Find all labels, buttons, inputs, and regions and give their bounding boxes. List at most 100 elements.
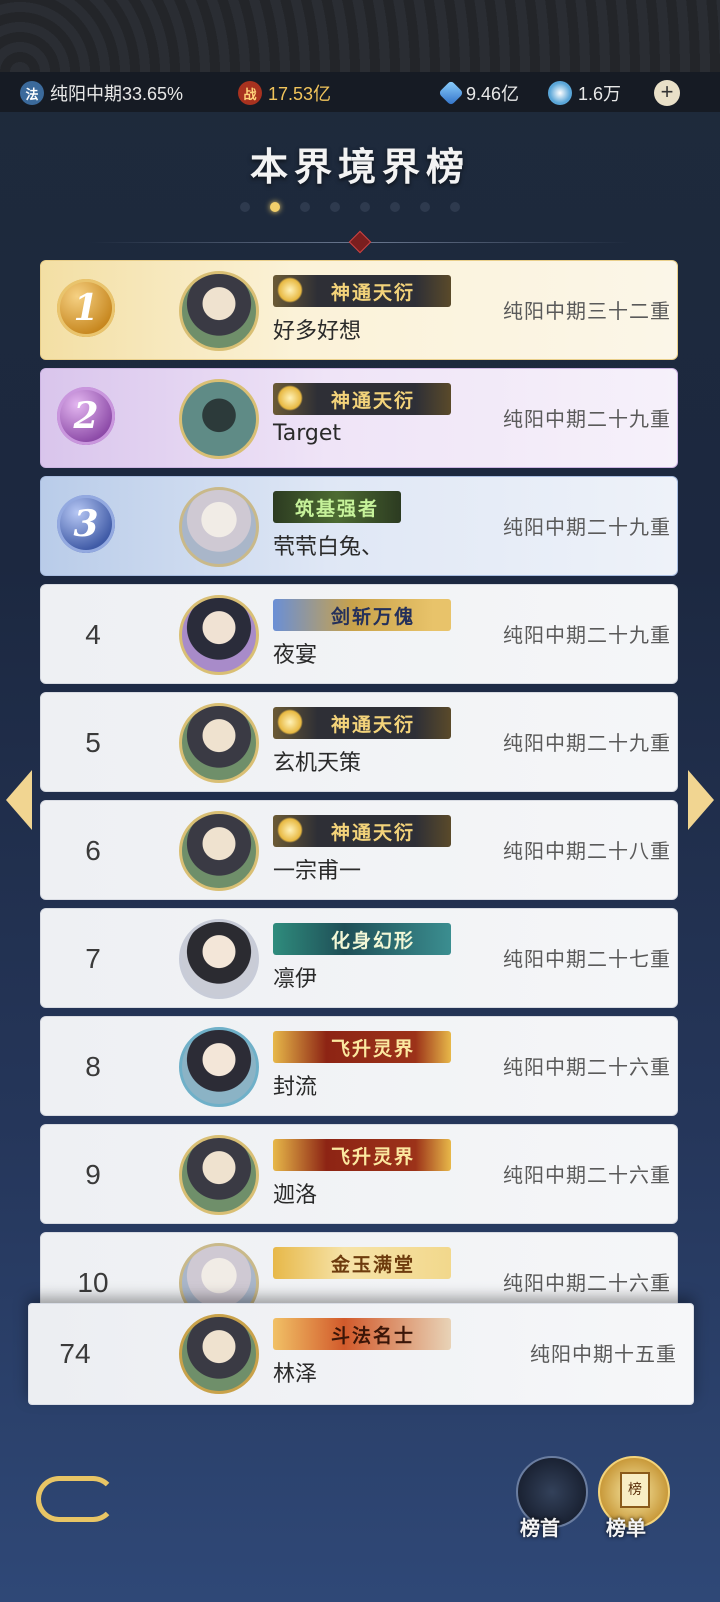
avatar[interactable] bbox=[179, 379, 259, 459]
cloud-back-button[interactable] bbox=[36, 1476, 116, 1522]
realm-level: 纯阳中期二十九重 bbox=[503, 623, 671, 647]
currency-resource[interactable]: 1.6万 bbox=[548, 80, 621, 106]
player-name: 一宗甫一 bbox=[273, 859, 362, 884]
player-name: Target bbox=[273, 421, 342, 446]
honor-title-text: 飞升灵界 bbox=[330, 1037, 415, 1060]
realm-level: 纯阳中期二十八重 bbox=[503, 839, 671, 863]
realm-level: 纯阳中期三十二重 bbox=[503, 299, 671, 323]
honor-title-badge: 神通天衍 bbox=[273, 275, 451, 307]
page-dot[interactable] bbox=[240, 202, 250, 212]
player-name: 迦洛 bbox=[273, 1183, 318, 1208]
page-dot[interactable] bbox=[420, 202, 430, 212]
avatar[interactable] bbox=[179, 271, 259, 351]
realm-level: 纯阳中期二十六重 bbox=[503, 1055, 671, 1079]
honor-title-text: 剑斩万傀 bbox=[330, 605, 415, 628]
rank-number: 9 bbox=[85, 1159, 101, 1190]
my-honor-title-badge: 斗法名士 bbox=[273, 1318, 451, 1350]
my-rank-number: 74 bbox=[59, 1338, 91, 1369]
cultivation-value: 纯阳中期33.65% bbox=[50, 84, 184, 104]
ranking-row[interactable]: 7 化身幻形 凛伊 纯阳中期二十七重 bbox=[40, 908, 678, 1008]
rank-number: 6 bbox=[85, 835, 101, 866]
combat-power-value: 17.53亿 bbox=[268, 84, 332, 104]
currency-value: 1.6万 bbox=[578, 84, 622, 104]
avatar[interactable] bbox=[179, 703, 259, 783]
avatar[interactable] bbox=[179, 487, 259, 567]
resource-bar: 法 纯阳中期33.65% 战 17.53亿 9.46亿 1.6万 bbox=[0, 72, 720, 112]
my-player-name: 林泽 bbox=[273, 1362, 318, 1387]
spirit-stone-icon bbox=[438, 80, 464, 106]
page-dot[interactable] bbox=[450, 202, 460, 212]
honor-title-text: 飞升灵界 bbox=[330, 1145, 415, 1168]
player-name: 好多好想 bbox=[273, 319, 362, 344]
sun-emblem-icon bbox=[277, 817, 303, 843]
avatar[interactable] bbox=[179, 919, 259, 999]
player-name: 夜宴 bbox=[273, 643, 318, 668]
ranking-row[interactable]: 6 神通天衍 一宗甫一 纯阳中期二十八重 bbox=[40, 800, 678, 900]
prev-page-arrow-icon[interactable] bbox=[6, 770, 32, 830]
page-title: 本界境界榜 bbox=[249, 144, 470, 189]
rank-number: 5 bbox=[85, 727, 101, 758]
player-name: 封流 bbox=[273, 1075, 318, 1100]
ranking-row[interactable]: 4 剑斩万傀 夜宴 纯阳中期二十九重 bbox=[40, 584, 678, 684]
ranking-row[interactable]: 5 神通天衍 玄机天策 纯阳中期二十九重 bbox=[40, 692, 678, 792]
honor-title-badge: 神通天衍 bbox=[273, 707, 451, 739]
honor-title-badge: 神通天衍 bbox=[273, 815, 451, 847]
honor-title-badge: 金玉满堂 bbox=[273, 1247, 451, 1279]
page-indicator bbox=[240, 202, 460, 212]
realm-level: 纯阳中期二十六重 bbox=[503, 1163, 671, 1187]
realm-level: 纯阳中期二十七重 bbox=[503, 947, 671, 971]
purple-medal-icon: 2 bbox=[57, 387, 115, 445]
combat-icon: 战 bbox=[238, 81, 262, 105]
top-rank-label: 榜首 bbox=[520, 1516, 560, 1540]
rank-number: 7 bbox=[85, 943, 101, 974]
avatar[interactable] bbox=[179, 1027, 259, 1107]
gold-medal-icon: 1 bbox=[57, 279, 115, 337]
honor-title-text: 神通天衍 bbox=[330, 821, 415, 844]
combat-power-resource[interactable]: 战 17.53亿 bbox=[238, 80, 331, 106]
ranking-row[interactable]: 2 神通天衍 Target 纯阳中期二十九重 bbox=[40, 368, 678, 468]
honor-title-text: 神通天衍 bbox=[330, 389, 415, 412]
avatar[interactable] bbox=[179, 595, 259, 675]
header-pattern bbox=[0, 0, 720, 72]
honor-title-badge: 飞升灵界 bbox=[273, 1031, 451, 1063]
ranking-row[interactable]: 8 飞升灵界 封流 纯阳中期二十六重 bbox=[40, 1016, 678, 1116]
realm-level: 纯阳中期二十九重 bbox=[503, 731, 671, 755]
ranking-row[interactable]: 1 神通天衍 好多好想 纯阳中期三十二重 bbox=[40, 260, 678, 360]
cultivation-resource[interactable]: 法 纯阳中期33.65% bbox=[20, 80, 183, 106]
my-avatar[interactable] bbox=[179, 1314, 259, 1394]
ranking-row[interactable]: 3 筑基强者 茕茕白兔、 纯阳中期二十九重 bbox=[40, 476, 678, 576]
avatar[interactable] bbox=[179, 1135, 259, 1215]
spirit-stone-resource[interactable]: 9.46亿 bbox=[438, 80, 520, 106]
my-ranking-row[interactable]: 74 斗法名士 林泽 纯阳中期十五重 bbox=[28, 1303, 694, 1405]
sun-emblem-icon bbox=[277, 277, 303, 303]
sun-emblem-icon bbox=[277, 709, 303, 735]
blue-medal-icon: 3 bbox=[57, 495, 115, 553]
ranking-list-label: 榜单 bbox=[606, 1516, 646, 1540]
honor-title-text: 化身幻形 bbox=[330, 929, 415, 952]
my-realm-level: 纯阳中期十五重 bbox=[530, 1342, 677, 1366]
avatar[interactable] bbox=[179, 811, 259, 891]
divider-gem-icon bbox=[348, 230, 372, 254]
realm-level: 纯阳中期二十九重 bbox=[503, 515, 671, 539]
honor-title-text: 神通天衍 bbox=[330, 281, 415, 304]
swirl-coin-icon bbox=[548, 81, 572, 105]
player-name: 玄机天策 bbox=[273, 751, 362, 776]
honor-title-badge: 筑基强者 bbox=[273, 491, 401, 523]
page-dot[interactable] bbox=[360, 202, 370, 212]
page-dot[interactable] bbox=[300, 202, 310, 212]
ranking-list[interactable]: 1 神通天衍 好多好想 纯阳中期三十二重 2 神通天衍 Target 纯阳中期二… bbox=[40, 260, 680, 1325]
scroll-icon: 榜 bbox=[620, 1472, 650, 1508]
player-name: 凛伊 bbox=[273, 967, 318, 992]
realm-level: 纯阳中期二十九重 bbox=[503, 407, 671, 431]
spirit-stone-value: 9.46亿 bbox=[466, 84, 520, 104]
rank-number: 4 bbox=[85, 619, 101, 650]
honor-title-text: 筑基强者 bbox=[294, 497, 379, 520]
page-dot[interactable] bbox=[330, 202, 340, 212]
honor-title-badge: 剑斩万傀 bbox=[273, 599, 451, 631]
add-currency-button[interactable]: + bbox=[654, 80, 680, 106]
honor-title-badge: 化身幻形 bbox=[273, 923, 451, 955]
next-page-arrow-icon[interactable] bbox=[688, 770, 714, 830]
ranking-row[interactable]: 9 飞升灵界 迦洛 纯阳中期二十六重 bbox=[40, 1124, 678, 1224]
page-dot-active[interactable] bbox=[270, 202, 280, 212]
page-dot[interactable] bbox=[390, 202, 400, 212]
